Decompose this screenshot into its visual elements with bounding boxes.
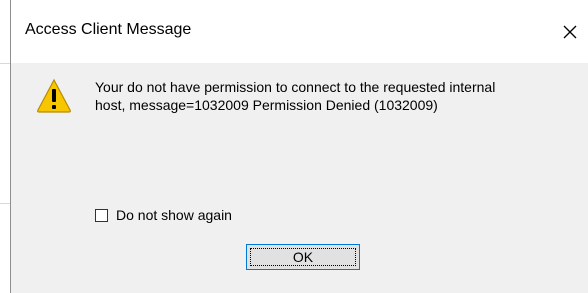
dialog-title: Access Client Message <box>25 21 192 38</box>
close-button[interactable] <box>552 12 588 52</box>
warning-icon <box>37 78 71 113</box>
message-line: Your do not have permission to connect t… <box>95 79 496 95</box>
close-icon <box>563 25 577 39</box>
checkbox-label: Do not show again <box>116 207 232 223</box>
do-not-show-again-checkbox[interactable]: Do not show again <box>95 207 232 223</box>
message-line: host, message=1032009 Permission Denied … <box>95 97 438 113</box>
ok-button[interactable]: OK <box>246 244 360 270</box>
title-bar: Access Client Message <box>11 0 588 63</box>
message-text: Your do not have permission to connect t… <box>95 78 575 114</box>
ok-button-label: OK <box>292 249 314 265</box>
checkbox-box[interactable] <box>95 208 108 222</box>
access-client-message-dialog: Access Client Message Your do not have p… <box>10 0 588 293</box>
